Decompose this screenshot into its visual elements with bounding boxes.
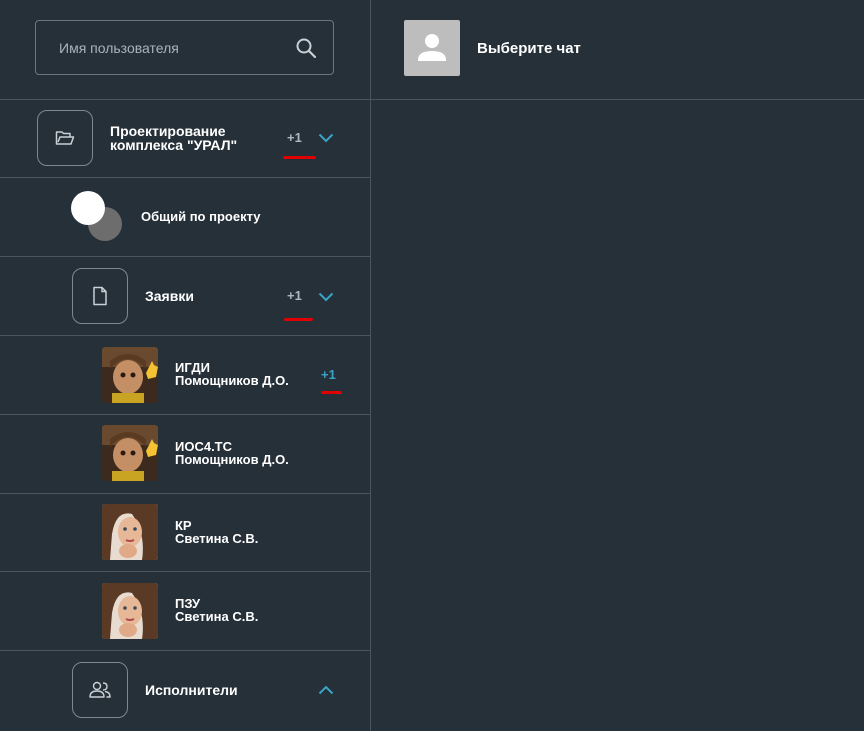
document-icon <box>93 286 107 306</box>
project-title: Проектирование комплекса "УРАЛ" <box>110 123 238 153</box>
search-box[interactable] <box>35 20 334 75</box>
user-placeholder-avatar <box>404 20 460 76</box>
search-icon[interactable] <box>295 37 317 59</box>
avatar <box>102 583 158 639</box>
chat-row[interactable]: ИОС4.ТС Помощников Д.О. <box>0 415 370 494</box>
unread-badge: +1 <box>287 288 302 303</box>
avatar <box>102 425 158 481</box>
chevron-down-icon[interactable] <box>318 292 334 302</box>
requests-label: Заявки <box>145 288 194 304</box>
chat-name: ПЗУ Светина С.В. <box>175 596 259 624</box>
toggle-avatar-icon <box>71 191 122 241</box>
general-chat-row[interactable]: Общий по проекту <box>0 178 370 257</box>
executors-label: Исполнители <box>145 682 238 698</box>
avatar <box>102 504 158 560</box>
chat-name: ИОС4.ТС Помощников Д.О. <box>175 439 289 467</box>
search-area <box>0 0 370 100</box>
chat-row[interactable]: КР Светина С.В. <box>0 494 370 572</box>
badge-underline <box>283 156 316 159</box>
search-input[interactable] <box>36 21 276 74</box>
chat-header-title: Выберите чат <box>477 40 581 57</box>
users-icon-box <box>72 662 128 718</box>
unread-badge: +1 <box>287 130 302 145</box>
users-icon <box>89 681 111 698</box>
user-placeholder-icon <box>418 34 446 61</box>
chat-name: ИГДИ Помощников Д.О. <box>175 360 289 388</box>
chat-sidebar: Проектирование комплекса "УРАЛ" +1 Общий… <box>0 0 371 731</box>
chat-row[interactable]: ИГДИ Помощников Д.О. +1 <box>0 336 370 415</box>
chevron-up-icon[interactable] <box>318 685 334 695</box>
folder-icon-box <box>37 110 93 166</box>
executors-row[interactable]: Исполнители <box>0 651 370 731</box>
unread-badge: +1 <box>321 367 336 382</box>
chevron-down-icon[interactable] <box>318 133 334 143</box>
folder-icon <box>55 131 75 145</box>
requests-row[interactable]: Заявки +1 <box>0 257 370 336</box>
project-row[interactable]: Проектирование комплекса "УРАЛ" +1 <box>0 100 370 178</box>
badge-underline <box>321 391 342 394</box>
avatar <box>102 347 158 403</box>
general-chat-label: Общий по проекту <box>141 209 261 224</box>
chat-row[interactable]: ПЗУ Светина С.В. <box>0 572 370 651</box>
chat-name: КР Светина С.В. <box>175 518 259 546</box>
chat-header: Выберите чат <box>371 0 864 100</box>
document-icon-box <box>72 268 128 324</box>
badge-underline <box>284 318 313 321</box>
